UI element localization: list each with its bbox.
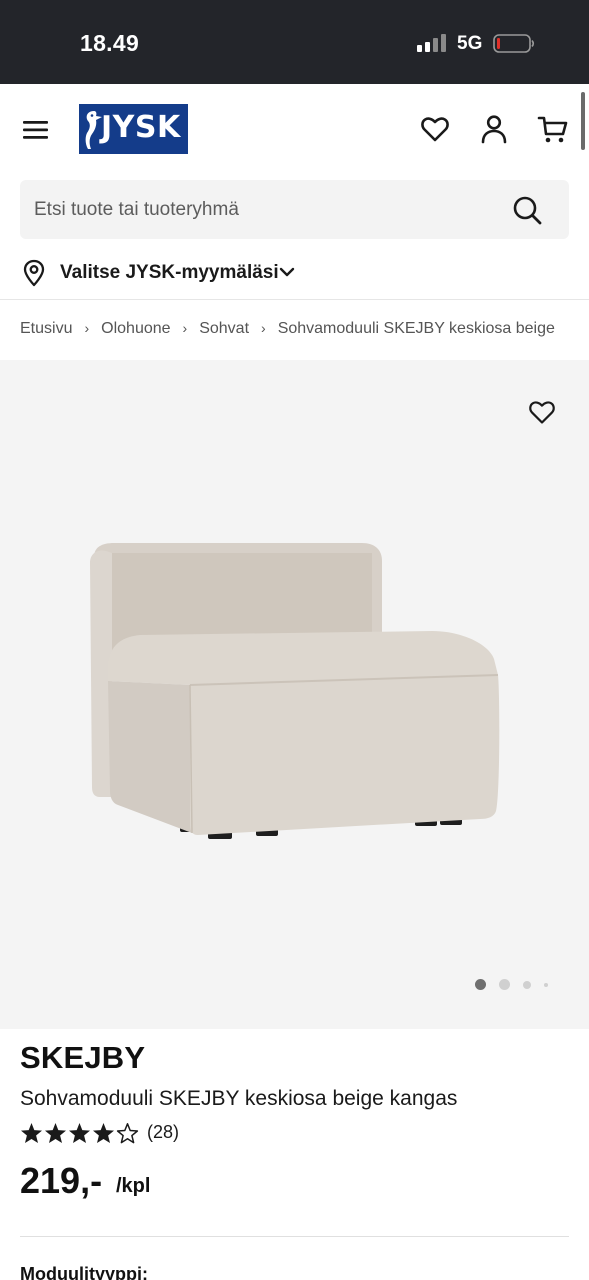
review-count[interactable]: (28) <box>147 1122 179 1143</box>
cart-icon[interactable] <box>536 112 570 146</box>
breadcrumb: Etusivu › Olohuone › Sohvat › Sohvamoduuli SKE… <box>20 320 589 342</box>
store-label: Valitse JYSK-myymäläsi <box>60 262 279 283</box>
jysk-logo[interactable]: JYSK <box>79 104 188 154</box>
breadcrumb-separator: › <box>261 320 266 336</box>
price-unit: /kpl <box>116 1175 151 1197</box>
status-time: 18.49 <box>80 30 140 56</box>
gallery-dot[interactable] <box>523 981 531 989</box>
breadcrumb-home[interactable]: Etusivu <box>20 320 72 338</box>
logo-text: JYSK <box>101 110 181 145</box>
breadcrumb-separator: › <box>84 320 90 336</box>
scroll-indicator[interactable] <box>581 92 585 150</box>
gallery-dot[interactable] <box>499 979 510 990</box>
store-selector[interactable]: Valitse JYSK-myymäläsi <box>20 255 320 291</box>
breadcrumb-current: Sohvamoduuli SKEJBY keskiosa beige <box>277 320 555 337</box>
product-rating[interactable]: (28) <box>20 1120 320 1146</box>
battery-icon <box>493 34 535 53</box>
product-gallery[interactable] <box>0 360 589 1029</box>
product-name: Sohvamoduuli SKEJBY keskiosa beige kanga… <box>20 1087 458 1110</box>
location-pin-icon <box>23 259 45 287</box>
module-type-label: Moduulityyppi: <box>20 1264 148 1280</box>
heart-icon[interactable] <box>526 396 558 428</box>
user-icon[interactable] <box>477 112 511 146</box>
site-header: JYSK <box>0 84 589 180</box>
search-icon[interactable] <box>510 193 544 227</box>
search-input[interactable] <box>20 180 500 239</box>
product-price: 219,- <box>20 1160 103 1201</box>
header-divider <box>0 299 589 300</box>
gallery-dot[interactable] <box>544 983 548 987</box>
section-divider <box>20 1236 569 1237</box>
status-bar: 18.49 5G <box>0 0 589 84</box>
breadcrumb-separator: › <box>182 320 188 336</box>
chevron-down-icon <box>279 267 295 277</box>
search-box <box>20 180 569 239</box>
heart-icon[interactable] <box>418 112 452 146</box>
gallery-pagination[interactable] <box>472 978 562 992</box>
gallery-dot-active[interactable] <box>475 979 486 990</box>
sofa-module-image <box>90 543 500 839</box>
menu-icon[interactable] <box>20 114 52 146</box>
network-label: 5G <box>457 33 483 54</box>
signal-icon <box>417 34 446 52</box>
product-brand: SKEJBY <box>20 1040 146 1075</box>
breadcrumb-sofas[interactable]: Sohvat <box>199 320 249 338</box>
star-rating-icon <box>21 1123 139 1144</box>
breadcrumb-living-room[interactable]: Olohuone <box>101 320 170 338</box>
